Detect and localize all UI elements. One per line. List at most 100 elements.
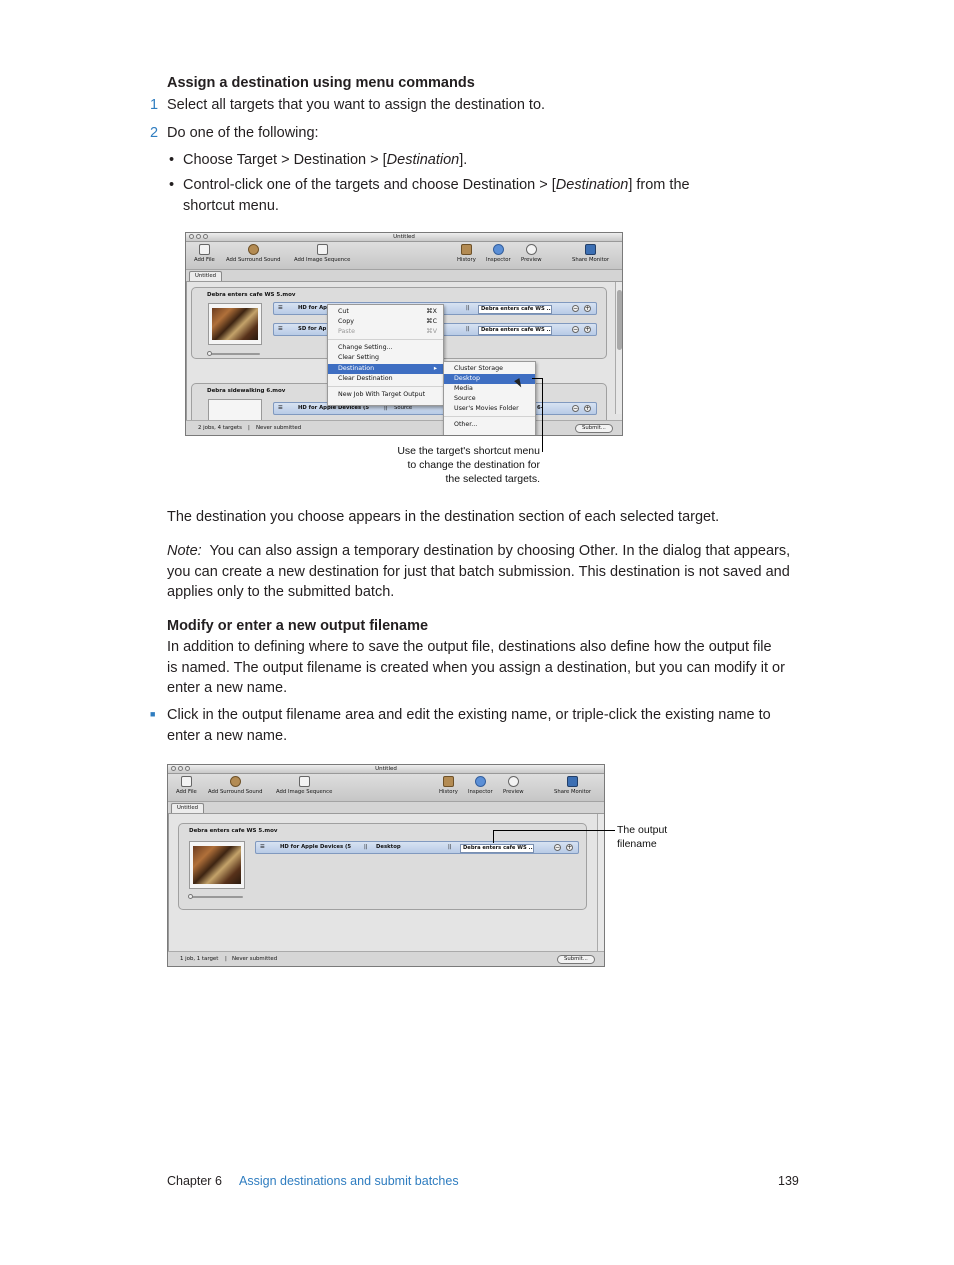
toolbar: Add File Add Surround Sound Add Image Se… [168, 774, 604, 802]
zoom-button[interactable] [203, 234, 208, 239]
remove-target-button[interactable]: − [554, 844, 561, 851]
output-filename-field[interactable]: Debra enters cafe WS ... [460, 844, 534, 853]
minimize-button[interactable] [196, 234, 201, 239]
scroll-thumb[interactable] [617, 290, 622, 350]
menu-item-new-job[interactable]: New Job With Target Output [328, 390, 443, 400]
step-number: 1 [150, 97, 159, 113]
remove-target-button[interactable]: − [572, 405, 579, 412]
minimize-button[interactable] [178, 766, 183, 771]
step-text: Do one of the following: [167, 125, 319, 141]
menu-item-copy[interactable]: Copy ⌘C [328, 317, 443, 327]
vertical-scrollbar[interactable] [615, 282, 622, 414]
remove-target-button[interactable]: − [572, 326, 579, 333]
scrub-slider[interactable] [188, 894, 243, 899]
submenu-item-cluster-storage[interactable]: Cluster Storage [444, 364, 535, 374]
callout-leader [542, 378, 543, 452]
step-text: Select all targets that you want to assi… [167, 97, 546, 113]
add-file-button[interactable]: Add File [194, 244, 215, 263]
menu-item-cut[interactable]: Cut ⌘X [328, 307, 443, 317]
add-target-button[interactable]: + [584, 326, 591, 333]
submit-status: Never submitted [232, 956, 278, 962]
close-button[interactable] [189, 234, 194, 239]
speaker-icon [229, 776, 241, 787]
tab-untitled[interactable]: Untitled [189, 271, 222, 281]
history-button[interactable]: History [457, 244, 476, 263]
play-icon [507, 776, 519, 787]
menu-item-clear-setting[interactable]: Clear Setting [328, 353, 443, 363]
menu-item-clear-destination[interactable]: Clear Destination [328, 374, 443, 384]
add-surround-sound-button[interactable]: Add Surround Sound [226, 244, 280, 263]
job-count: 2 jobs, 4 targets [198, 425, 242, 431]
step-number: 2 [150, 125, 159, 141]
window-title: Untitled [375, 766, 397, 772]
source-filename: Debra enters cafe WS 5.mov [189, 828, 278, 834]
section-heading-output-filename: Modify or enter a new output filename [167, 618, 429, 634]
note-paragraph: you can create a new destination for jus… [167, 564, 790, 580]
share-monitor-button[interactable]: Share Monitor [554, 776, 591, 795]
figure1-callout: Use the target's shortcut menu to change… [397, 445, 540, 485]
menu-item-paste[interactable]: Paste ⌘V [328, 327, 443, 337]
add-file-button[interactable]: Add File [176, 776, 197, 795]
output-filename-field[interactable]: Debra enters cafe WS ... [478, 305, 552, 314]
task-marker: ■ [150, 709, 156, 719]
share-monitor-button[interactable]: Share Monitor [572, 244, 609, 263]
callout-leader [493, 830, 494, 843]
toolbar: Add File Add Surround Sound Add Image Se… [186, 242, 622, 270]
add-surround-sound-button[interactable]: Add Surround Sound [208, 776, 262, 795]
slider-knob[interactable] [207, 351, 212, 356]
submit-button[interactable]: Submit... [557, 955, 595, 964]
job-panel[interactable]: Debra enters cafe WS 5.mov ☰ HD for Appl… [178, 823, 587, 910]
window-title: Untitled [393, 234, 415, 240]
menu-item-destination[interactable]: Destination ▸ [328, 364, 443, 374]
submenu-item-source[interactable]: Source [444, 394, 535, 404]
add-target-button[interactable]: + [566, 844, 573, 851]
target-setting: HD for Ap [298, 305, 327, 311]
task-text: enter a new name. [167, 728, 288, 744]
submenu-item-other[interactable]: Other... [444, 420, 535, 430]
inspector-button[interactable]: Inspector [468, 776, 493, 795]
submit-button[interactable]: Submit... [575, 424, 613, 433]
paragraph: enter a new name. [167, 680, 288, 696]
document-icon [198, 244, 210, 255]
batch-area: Debra enters cafe WS 5.mov ☰ HD for Appl… [168, 813, 604, 952]
monitor-icon [585, 244, 597, 255]
vertical-scrollbar[interactable] [597, 814, 604, 951]
add-image-sequence-button[interactable]: Add Image Sequence [276, 776, 332, 795]
destination-submenu: Cluster Storage Desktop Media Source Use… [443, 361, 536, 435]
document-icon [180, 776, 192, 787]
section-heading-assign-destination: Assign a destination using menu commands [167, 75, 475, 91]
add-target-button[interactable]: + [584, 305, 591, 312]
close-button[interactable] [171, 766, 176, 771]
status-bar: 2 jobs, 4 targets | Never submitted Subm… [186, 420, 622, 435]
preview-button[interactable]: Preview [521, 244, 542, 263]
menu-item-change-setting[interactable]: Change Setting... [328, 343, 443, 353]
info-icon [492, 244, 504, 255]
target-row[interactable]: ☰ HD for Apple Devices (5 || Desktop || … [255, 841, 579, 854]
status-bar: 1 job, 1 target | Never submitted Submit… [168, 951, 604, 966]
inspector-button[interactable]: Inspector [486, 244, 511, 263]
add-target-button[interactable]: + [584, 405, 591, 412]
target-setting: SD for Ap [298, 326, 327, 332]
bullet-marker: • [169, 152, 175, 168]
submit-status: Never submitted [256, 425, 302, 431]
bullet-text: Choose Target > Destination > [Destinati… [183, 152, 468, 168]
bullet-marker: • [169, 177, 175, 193]
compressor-window-1: Untitled Add File Add Surround Sound Add… [185, 232, 623, 436]
preview-button[interactable]: Preview [503, 776, 524, 795]
note-paragraph: applies only to the submitted batch. [167, 584, 395, 600]
task-text: Click in the output filename area and ed… [167, 707, 771, 723]
context-menu: Cut ⌘X Copy ⌘C Paste ⌘V Change Setting... C… [327, 304, 444, 406]
scrub-slider[interactable] [207, 351, 260, 356]
source-filename: Debra sidewalking 6.mov [207, 388, 286, 394]
history-button[interactable]: History [439, 776, 458, 795]
output-filename-field[interactable]: Debra enters cafe WS ... [478, 326, 552, 335]
slider-knob[interactable] [188, 894, 193, 899]
zoom-button[interactable] [185, 766, 190, 771]
remove-target-button[interactable]: − [572, 305, 579, 312]
source-thumbnail [189, 841, 245, 889]
add-image-sequence-button[interactable]: Add Image Sequence [294, 244, 350, 263]
tab-untitled[interactable]: Untitled [171, 803, 204, 813]
footer-chapter-title[interactable]: Assign destinations and submit batches [239, 1174, 459, 1188]
submenu-item-users-movies[interactable]: User's Movies Folder [444, 404, 535, 414]
source-filename: Debra enters cafe WS 5.mov [207, 292, 296, 298]
